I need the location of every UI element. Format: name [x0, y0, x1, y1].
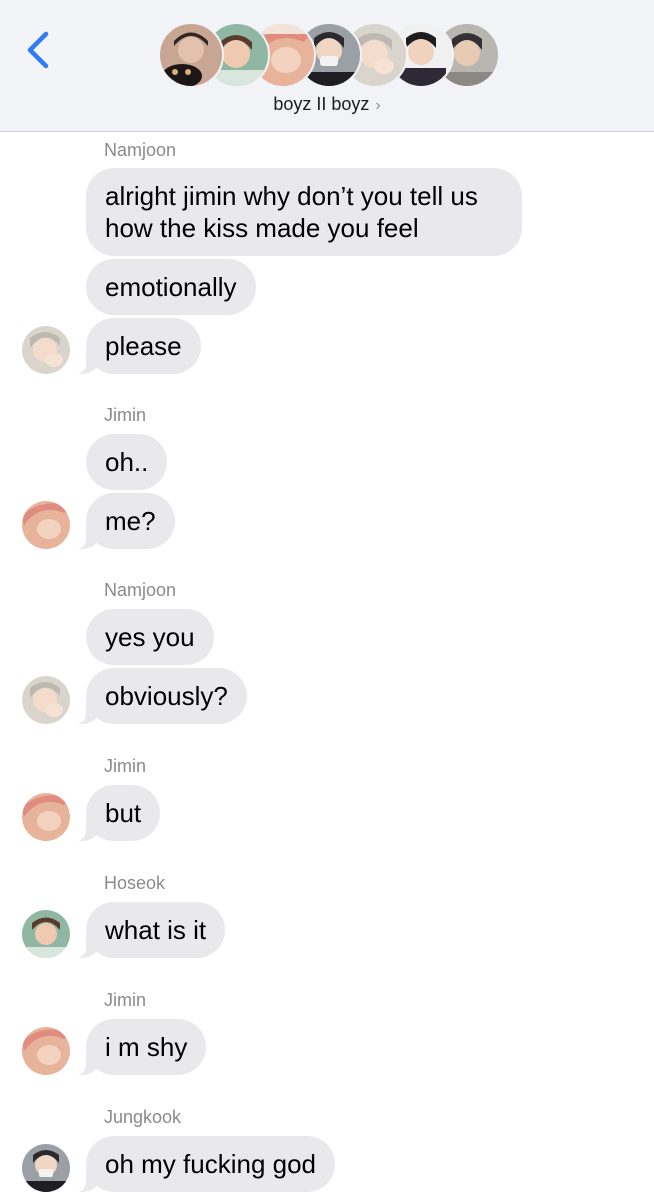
chevron-right-icon: › [375, 97, 381, 114]
sender-name: Jimin [104, 990, 147, 1010]
group-name-button[interactable]: boyz II boyz › [0, 94, 654, 115]
sender-name: Namjoon [104, 140, 177, 160]
message-text: yes you [105, 622, 195, 652]
message-bubble[interactable]: emotionally [86, 259, 256, 315]
message-text: alright jimin why don’t you tell us how … [105, 181, 478, 243]
message-bubble[interactable]: me? [60, 493, 175, 549]
message-text: obviously? [105, 681, 228, 711]
message-text: but [105, 798, 142, 828]
sender-avatar[interactable] [22, 326, 70, 374]
message-text: emotionally [105, 272, 237, 302]
message-bubble[interactable]: i m shy [59, 1019, 207, 1075]
message-text: please [105, 331, 182, 361]
sender-name: Jimin [104, 405, 147, 425]
back-button[interactable] [22, 28, 56, 72]
message-bubble[interactable]: but [59, 785, 161, 841]
message-text: oh my fucking god [105, 1149, 317, 1179]
message-bubble[interactable]: what is it [59, 902, 226, 958]
group-name-label: boyz II boyz [273, 94, 370, 114]
message-bubble[interactable]: alright jimin why don’t you tell us how … [86, 168, 522, 256]
message-bubble[interactable]: please [60, 318, 201, 374]
sender-avatar[interactable] [22, 910, 70, 958]
group-avatar-stack[interactable] [158, 22, 503, 88]
message-bubble[interactable]: oh.. [86, 434, 168, 490]
message-text: oh.. [105, 447, 149, 477]
sender-avatar[interactable] [22, 1144, 70, 1192]
chevron-left-icon [27, 31, 49, 69]
sender-name: Namjoon [104, 580, 177, 600]
sender-avatar[interactable] [22, 1027, 70, 1075]
sender-avatar[interactable] [22, 501, 70, 549]
sender-name: Hoseok [104, 873, 166, 893]
member-avatar [158, 22, 224, 88]
message-bubble[interactable]: yes you [86, 609, 214, 665]
message-text: i m shy [105, 1032, 188, 1062]
sender-avatar[interactable] [22, 676, 70, 724]
sender-name: Jimin [104, 756, 147, 776]
message-bubble[interactable]: obviously? [60, 668, 247, 724]
message-text: me? [105, 506, 156, 536]
message-text: what is it [105, 915, 207, 945]
message-bubble[interactable]: oh my fucking god [59, 1136, 336, 1192]
sender-name: Jungkook [104, 1107, 182, 1127]
conversation-header: boyz II boyz › [0, 0, 654, 132]
sender-avatar[interactable] [22, 793, 70, 841]
